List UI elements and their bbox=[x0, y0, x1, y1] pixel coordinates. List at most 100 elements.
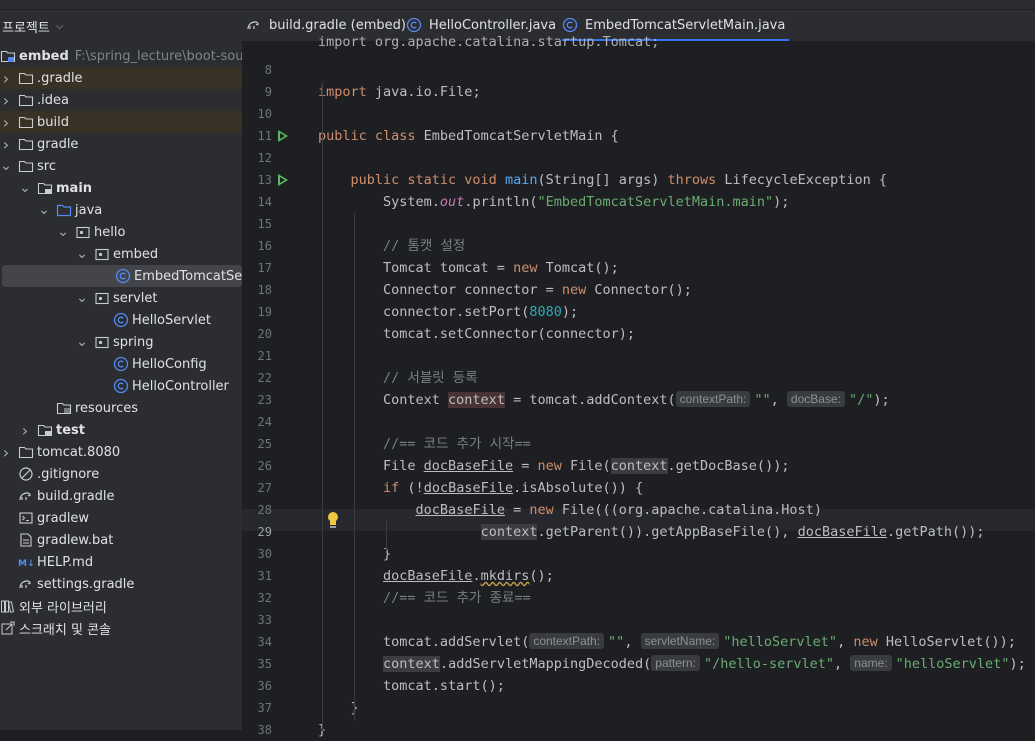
code-token: new bbox=[853, 634, 886, 650]
tree-item-label: settings.gradle bbox=[37, 576, 135, 592]
tree-item[interactable]: ⌄ embed bbox=[0, 243, 242, 265]
chevron-down-icon[interactable]: ⌄ bbox=[76, 291, 88, 305]
chevron-down-icon[interactable]: ⌄ bbox=[0, 159, 12, 173]
tree-item[interactable]: › gradle bbox=[0, 133, 242, 155]
tree-item[interactable]: EmbedTomcatServletMain bbox=[2, 265, 242, 287]
tree-item[interactable]: 스크래치 및 콘솔 bbox=[0, 617, 242, 639]
tree-item[interactable]: build.gradle bbox=[0, 485, 242, 507]
chevron-right-icon[interactable]: › bbox=[0, 69, 12, 88]
code-token: "" bbox=[608, 634, 625, 650]
chevron-down-icon[interactable]: ⌄ bbox=[76, 335, 88, 349]
tree-item[interactable]: M↓ HELP.md bbox=[0, 551, 242, 573]
line-number: 15 bbox=[257, 217, 272, 231]
code-line: Connector connector = new Connector(); bbox=[318, 279, 692, 301]
folder-icon bbox=[18, 444, 34, 460]
chevron-down-icon[interactable]: ⌄ bbox=[38, 203, 50, 217]
folder-icon bbox=[18, 70, 34, 86]
tree-item[interactable]: HelloServlet bbox=[0, 309, 242, 331]
tree-item[interactable]: settings.gradle bbox=[0, 573, 242, 595]
chevron-right-icon[interactable]: › bbox=[0, 443, 12, 462]
tree-item-label: 스크래치 및 콘솔 bbox=[19, 622, 111, 638]
resources-folder-icon bbox=[56, 400, 72, 416]
code-token: System. bbox=[318, 194, 440, 210]
tree-item[interactable]: embed F:\spring_lecture\boot-source bbox=[0, 45, 242, 67]
line-number: 16 bbox=[257, 239, 272, 253]
code-token: .println( bbox=[464, 194, 538, 210]
tree-item[interactable]: › .idea bbox=[0, 89, 242, 111]
code-line: System.out.println("EmbedTomcatServletMa… bbox=[318, 191, 789, 213]
code-token: tomcat.addServlet( bbox=[318, 634, 530, 650]
code-token: docBaseFile bbox=[423, 480, 514, 496]
chevron-down-icon[interactable]: ⌄ bbox=[76, 247, 88, 261]
line-number: 26 bbox=[257, 459, 272, 473]
tree-item[interactable]: ⌄ src bbox=[0, 155, 242, 177]
tree-item[interactable]: › .gradle bbox=[0, 67, 242, 89]
tree-item[interactable]: gradlew bbox=[0, 507, 242, 529]
svg-text:M↓: M↓ bbox=[18, 559, 34, 569]
code-token: import org.apache.catalina.startup.Tomca… bbox=[318, 34, 660, 50]
tree-item-label: EmbedTomcatServletMain bbox=[134, 268, 242, 284]
code-editor: build.gradle (embed) HelloController.java… bbox=[242, 10, 1035, 738]
tree-item[interactable]: ⌄ hello bbox=[0, 221, 242, 243]
tree-item[interactable]: ⌄ spring bbox=[0, 331, 242, 353]
tree-item[interactable]: resources bbox=[0, 397, 242, 419]
code-token: public static void bbox=[350, 172, 505, 188]
tree-item-path-hint: F:\spring_lecture\boot-source bbox=[74, 48, 242, 64]
tree-item[interactable]: .gitignore bbox=[0, 463, 242, 485]
tree-item[interactable]: ⌄ servlet bbox=[0, 287, 242, 309]
tree-item[interactable]: 외부 라이브러리 bbox=[0, 595, 242, 617]
code-token: // 톰캣 설정 bbox=[383, 238, 466, 254]
code-line: docBaseFile = new File(((org.apache.cata… bbox=[318, 499, 822, 521]
chevron-right-icon[interactable]: › bbox=[0, 113, 12, 132]
chevron-right-icon[interactable]: › bbox=[19, 421, 31, 440]
title-bar bbox=[0, 0, 1035, 10]
code-token: // 서블릿 등록 bbox=[383, 370, 478, 386]
source-root-folder-icon bbox=[37, 422, 53, 438]
tree-item[interactable]: HelloConfig bbox=[0, 353, 242, 375]
tree-item[interactable]: › test bbox=[0, 419, 242, 441]
chevron-down-icon[interactable]: ⌄ bbox=[57, 225, 69, 239]
code-token: new bbox=[537, 458, 570, 474]
code-token: Tomcat tomcat = bbox=[318, 260, 514, 276]
code-token: "/" bbox=[848, 392, 874, 408]
chevron-right-icon[interactable]: › bbox=[0, 135, 12, 154]
code-token: Connector(); bbox=[594, 282, 692, 298]
line-number: 10 bbox=[257, 107, 272, 121]
line-number: 34 bbox=[257, 635, 272, 649]
tree-item[interactable]: ⌄ main bbox=[0, 177, 242, 199]
code-token: .isAbsolute()) { bbox=[513, 480, 644, 496]
tree-item[interactable]: ⌄ java bbox=[0, 199, 242, 221]
code-token: , bbox=[770, 392, 787, 408]
package-icon bbox=[75, 224, 91, 240]
tree-item[interactable]: › build bbox=[0, 111, 242, 133]
line-number-gutter: 8 9 10 11 12 13 14 15 16 17 18 19 20 21 22 23 24 25 26 27 28… bbox=[242, 41, 302, 737]
line-number: 32 bbox=[257, 591, 272, 605]
tree-item[interactable]: gradlew.bat bbox=[0, 529, 242, 551]
run-gutter-icon[interactable] bbox=[278, 174, 288, 186]
code-token: if bbox=[383, 480, 408, 496]
tree-item[interactable]: HelloController bbox=[0, 375, 242, 397]
run-gutter-icon[interactable] bbox=[278, 130, 288, 142]
tree-item[interactable]: › tomcat.8080 bbox=[0, 441, 242, 463]
tree-item-label: HelloController bbox=[132, 378, 229, 394]
tree-item-label: build bbox=[37, 114, 69, 130]
code-line: //== 코드 추가 종료== bbox=[318, 587, 531, 609]
chevron-down-icon[interactable]: ⌄ bbox=[19, 181, 31, 195]
code-token: docBaseFile bbox=[797, 524, 887, 540]
line-number: 19 bbox=[257, 305, 272, 319]
lightbulb-icon[interactable] bbox=[326, 512, 340, 528]
gradle-icon bbox=[18, 488, 34, 504]
chevron-right-icon[interactable]: › bbox=[0, 91, 12, 110]
code-token: = bbox=[513, 458, 538, 474]
module-folder-icon bbox=[0, 48, 16, 64]
code-token: = bbox=[504, 502, 530, 518]
code-token: //== 코드 추가 시작== bbox=[383, 436, 531, 452]
line-number: 29 bbox=[257, 525, 272, 539]
chevron-down-icon[interactable]: ⌵ bbox=[56, 21, 64, 32]
parameter-hint: servletName: bbox=[640, 633, 720, 649]
project-panel-header[interactable]: 프로젝트 ⌵ bbox=[0, 13, 63, 39]
code-token: EmbedTomcatServletMain { bbox=[423, 128, 619, 144]
